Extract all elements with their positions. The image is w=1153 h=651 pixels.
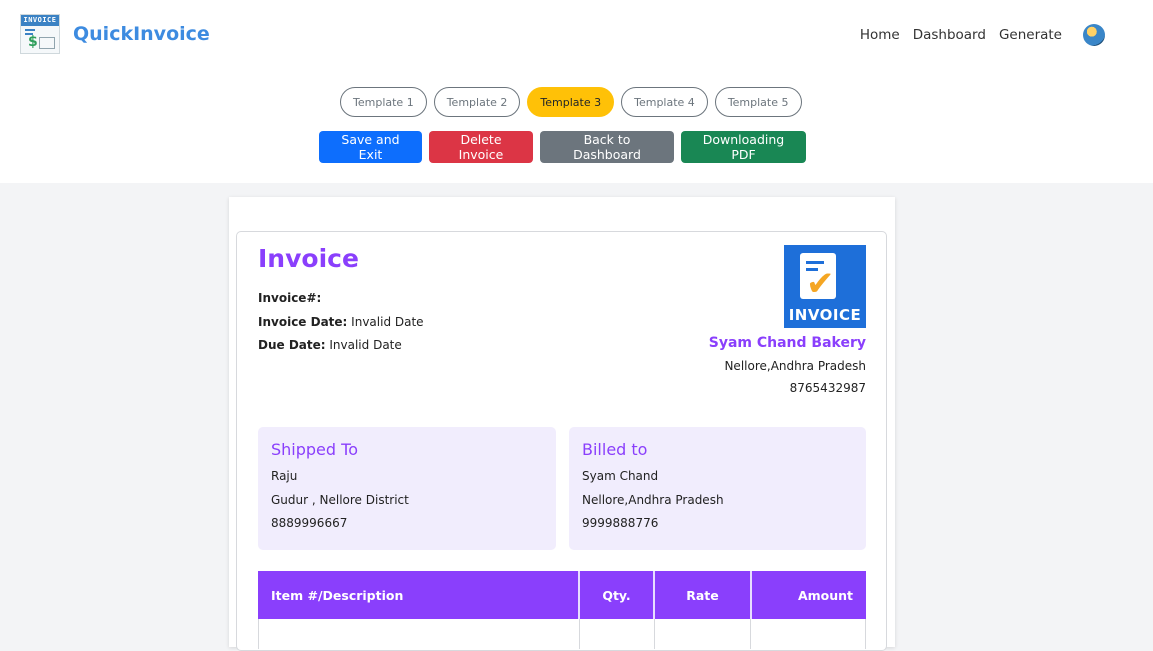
dollar-icon: $ <box>28 34 38 50</box>
business-name: Syam Chand Bakery <box>708 335 866 351</box>
invoice-number-row: Invoice#: <box>258 291 322 305</box>
top-navbar: INVOICE $ QuickInvoice Home Dashboard Ge… <box>0 0 1153 72</box>
logo-banner: INVOICE <box>21 15 59 26</box>
billed-to-card: Billed to Syam Chand Nellore,Andhra Prad… <box>569 427 866 550</box>
billed-to-name: Syam Chand <box>582 469 659 483</box>
template-toolbar: Template 1 Template 2 Template 3 Templat… <box>0 72 1153 183</box>
due-date-row: Due Date: Invalid Date <box>258 338 402 352</box>
brand[interactable]: INVOICE $ QuickInvoice <box>20 14 210 54</box>
invoice-logo-icon: INVOICE $ <box>20 14 60 54</box>
template-4-button[interactable]: Template 4 <box>621 87 708 117</box>
template-2-button[interactable]: Template 2 <box>433 87 521 117</box>
billed-to-title: Billed to <box>582 440 648 459</box>
col-amount: Amount <box>797 587 853 603</box>
delete-invoice-button[interactable]: Delete Invoice <box>429 131 533 163</box>
checkmark-icon: ✔ <box>806 264 835 304</box>
col-description: Item #/Description <box>258 571 580 619</box>
back-to-dashboard-button[interactable]: Back to Dashboard <box>540 131 674 163</box>
col-qty: Qty. <box>580 571 655 619</box>
template-selector: Template 1 Template 2 Template 3 Templat… <box>340 87 802 117</box>
brand-name[interactable]: QuickInvoice <box>73 23 210 45</box>
shipped-to-address: Gudur , Nellore District <box>271 492 409 507</box>
template-3-button[interactable]: Template 3 <box>527 87 615 117</box>
col-rate: Rate <box>655 571 752 619</box>
invoice-meta: Invoice#: Invoice Date: Invalid Date Due… <box>258 287 424 358</box>
nav-home-link[interactable]: Home <box>860 27 900 43</box>
user-avatar[interactable] <box>1083 24 1105 46</box>
save-and-exit-button[interactable]: Save and Exit <box>319 131 422 163</box>
business-phone: 8765432987 <box>789 381 866 395</box>
shipped-to-title: Shipped To <box>271 440 358 459</box>
table-row <box>258 619 866 649</box>
download-pdf-button[interactable]: Downloading PDF <box>681 131 806 163</box>
nav-dashboard-link[interactable]: Dashboard <box>913 27 986 43</box>
invoice-paper: Invoice Invoice#: Invoice Date: Invalid … <box>229 197 895 651</box>
business-address: Nellore,Andhra Pradesh <box>724 359 866 373</box>
invoice-actions: Save and Exit Delete Invoice Back to Das… <box>319 131 806 163</box>
shipped-to-name: Raju <box>271 469 298 483</box>
shipped-to-phone: 8889996667 <box>271 516 348 530</box>
items-table-header: Item #/Description Qty. Rate Amount <box>258 571 866 619</box>
nav-generate-link[interactable]: Generate <box>999 27 1062 43</box>
items-table: Item #/Description Qty. Rate Amount <box>258 571 866 649</box>
business-info: Syam Chand Bakery Nellore,Andhra Pradesh… <box>709 335 866 395</box>
billed-to-phone: 9999888776 <box>582 516 659 530</box>
nav-links: Home Dashboard Generate <box>860 24 1105 46</box>
template-1-button[interactable]: Template 1 <box>340 87 427 117</box>
invoice-date-row: Invoice Date: Invalid Date <box>258 314 424 329</box>
shipped-to-card: Shipped To Raju Gudur , Nellore District… <box>258 427 556 550</box>
invoice-card: Invoice Invoice#: Invoice Date: Invalid … <box>236 231 887 651</box>
logo-label: INVOICE <box>788 306 862 324</box>
billed-to-address: Nellore,Andhra Pradesh <box>582 492 724 507</box>
template-5-button[interactable]: Template 5 <box>714 87 802 117</box>
business-logo: ✔ INVOICE <box>784 245 866 328</box>
invoice-title: Invoice <box>258 244 359 273</box>
